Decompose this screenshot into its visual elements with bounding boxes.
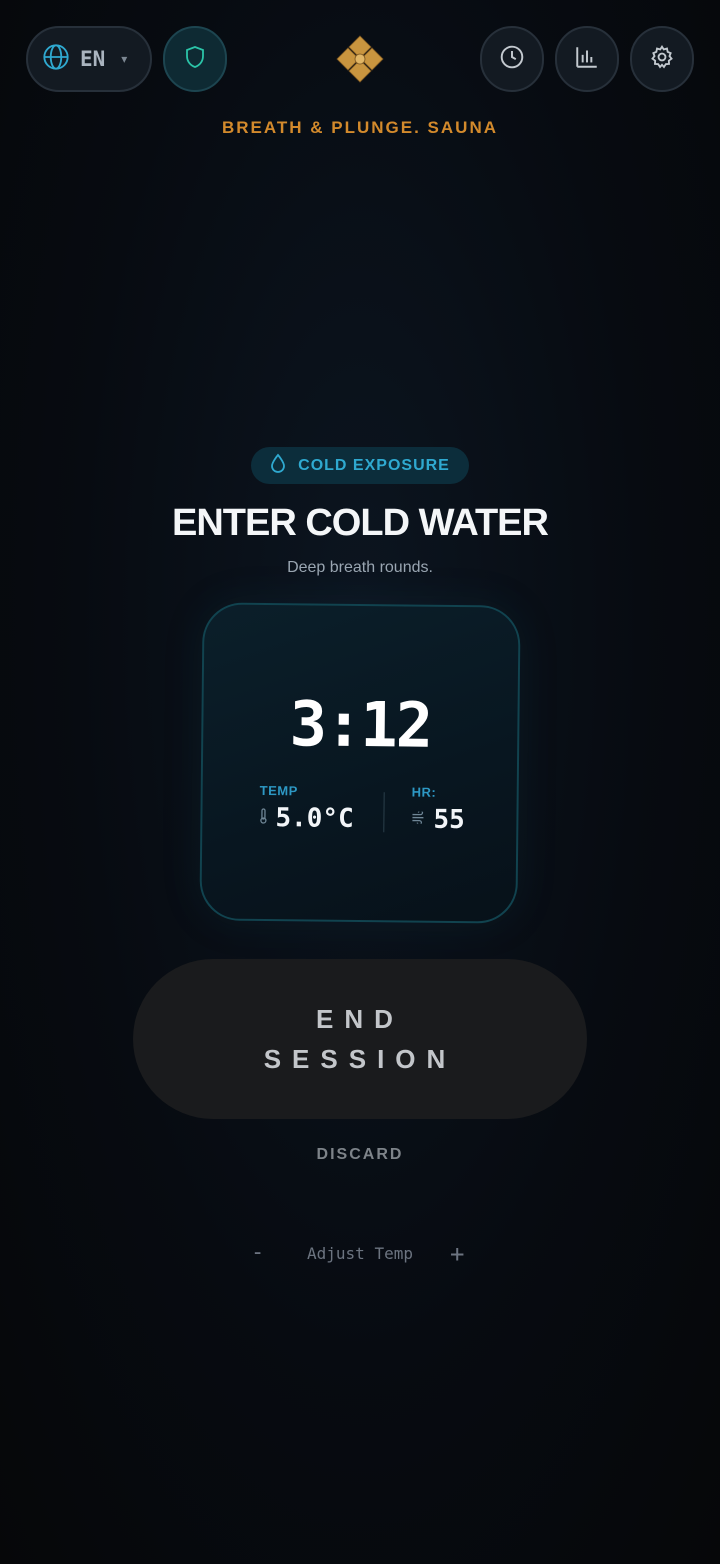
end-session-button[interactable]: END SESSION <box>133 959 587 1119</box>
gear-icon <box>649 44 675 75</box>
hr-value: 55 <box>433 804 465 836</box>
adjust-temp-label: Adjust Temp <box>307 1244 413 1263</box>
phase-title: ENTER COLD WATER <box>172 502 549 544</box>
thermometer-icon <box>259 808 267 828</box>
language-code: EN <box>80 47 106 71</box>
settings-button[interactable] <box>630 26 694 92</box>
history-button[interactable] <box>480 26 544 92</box>
globe-icon <box>42 43 70 76</box>
phase-description: Deep breath rounds. <box>287 559 433 576</box>
privacy-shield-button[interactable] <box>163 26 227 92</box>
end-session-label-line2: SESSION <box>263 1044 457 1074</box>
increase-temp-button[interactable]: + <box>450 1240 464 1268</box>
discard-button[interactable]: DISCARD <box>0 1146 720 1164</box>
app-subtitle: BREATH & PLUNGE. SAUNA <box>221 118 499 137</box>
session-timer: 3:12 <box>289 687 432 762</box>
top-bar: EN ▾ <box>26 26 694 92</box>
phase-badge-label: COLD EXPOSURE <box>298 456 450 474</box>
heart-rate-stat: HR: 55 <box>411 785 465 836</box>
bar-chart-icon <box>574 44 600 75</box>
shield-icon <box>183 45 207 74</box>
wind-icon <box>411 810 425 828</box>
clock-icon <box>499 44 525 75</box>
phase-badge: COLD EXPOSURE <box>251 447 469 484</box>
brand-logo <box>333 32 387 86</box>
adjust-temp-control: - Adjust Temp + <box>0 1240 720 1270</box>
temp-value: 5.0°C <box>275 803 354 834</box>
temp-label: TEMP <box>259 782 298 799</box>
chevron-down-icon: ▾ <box>121 52 128 66</box>
droplet-icon <box>270 453 286 478</box>
end-session-label-line1: END <box>316 1004 404 1034</box>
timer-card: 3:12 TEMP 5.0°C HR: 55 <box>199 602 521 924</box>
hr-label: HR: <box>411 784 437 800</box>
temp-stat: TEMP 5.0°C <box>259 783 354 834</box>
stats-button[interactable] <box>555 26 619 92</box>
stat-divider <box>383 792 385 833</box>
language-selector[interactable]: EN ▾ <box>26 26 152 92</box>
